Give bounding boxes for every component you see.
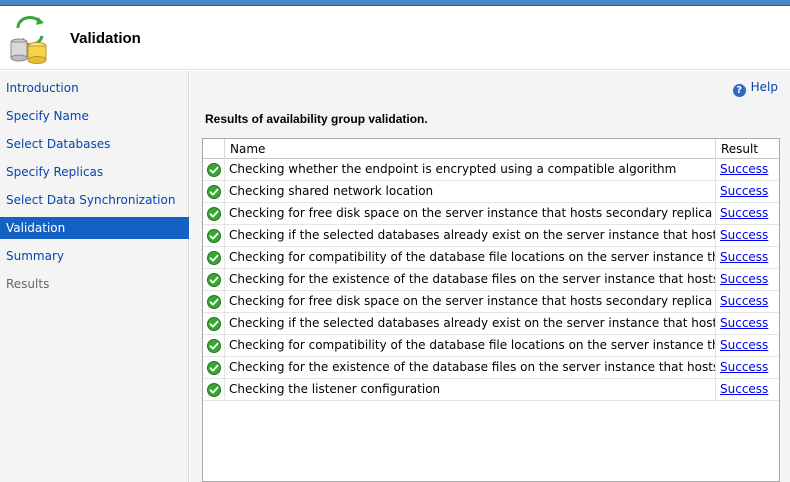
row-name-cell: Checking for free disk space on the serv… bbox=[225, 291, 716, 313]
table-row[interactable]: Checking if the selected databases alrea… bbox=[203, 313, 779, 335]
result-success-link[interactable]: Success bbox=[720, 272, 768, 286]
nav-item-specify-name[interactable]: Specify Name bbox=[0, 105, 189, 127]
table-row[interactable]: Checking for the existence of the databa… bbox=[203, 357, 779, 379]
row-name-cell: Checking shared network location bbox=[225, 181, 716, 203]
nav-item-validation[interactable]: Validation bbox=[0, 217, 189, 239]
table-row[interactable]: Checking whether the endpoint is encrypt… bbox=[203, 159, 779, 181]
row-name-cell: Checking for the existence of the databa… bbox=[225, 269, 716, 291]
row-result-cell: Success bbox=[716, 203, 779, 225]
result-success-link[interactable]: Success bbox=[720, 162, 768, 176]
success-check-icon bbox=[207, 295, 221, 309]
result-success-link[interactable]: Success bbox=[720, 316, 768, 330]
row-status-cell bbox=[203, 203, 225, 225]
row-name-cell: Checking for compatibility of the databa… bbox=[225, 247, 716, 269]
result-success-link[interactable]: Success bbox=[720, 360, 768, 374]
page-header: Validation bbox=[0, 6, 790, 70]
result-success-link[interactable]: Success bbox=[720, 228, 768, 242]
row-name-cell: Checking if the selected databases alrea… bbox=[225, 313, 716, 335]
help-icon: ? bbox=[732, 84, 746, 97]
row-name-cell: Checking whether the endpoint is encrypt… bbox=[225, 159, 716, 181]
row-result-cell: Success bbox=[716, 291, 779, 313]
table-row[interactable]: Checking for the existence of the databa… bbox=[203, 269, 779, 291]
success-check-icon bbox=[207, 207, 221, 221]
column-header-result[interactable]: Result bbox=[716, 139, 779, 159]
success-check-icon bbox=[207, 317, 221, 331]
row-status-cell bbox=[203, 181, 225, 203]
result-success-link[interactable]: Success bbox=[720, 338, 768, 352]
nav-item-specify-replicas[interactable]: Specify Replicas bbox=[0, 161, 189, 183]
table-row[interactable]: Checking for compatibility of the databa… bbox=[203, 247, 779, 269]
results-heading: Results of availability group validation… bbox=[205, 112, 428, 126]
row-status-cell bbox=[203, 335, 225, 357]
success-check-icon bbox=[207, 251, 221, 265]
success-check-icon bbox=[207, 273, 221, 287]
nav-item-summary[interactable]: Summary bbox=[0, 245, 189, 267]
row-result-cell: Success bbox=[716, 269, 779, 291]
nav-item-introduction[interactable]: Introduction bbox=[0, 77, 189, 99]
row-result-cell: Success bbox=[716, 247, 779, 269]
result-success-link[interactable]: Success bbox=[720, 206, 768, 220]
row-result-cell: Success bbox=[716, 159, 779, 181]
table-row[interactable]: Checking for compatibility of the databa… bbox=[203, 335, 779, 357]
column-header-name[interactable]: Name bbox=[225, 139, 716, 159]
row-name-cell: Checking for the existence of the databa… bbox=[225, 357, 716, 379]
row-status-cell bbox=[203, 357, 225, 379]
row-status-cell bbox=[203, 313, 225, 335]
table-row[interactable]: Checking shared network location Success bbox=[203, 181, 779, 203]
success-check-icon bbox=[207, 339, 221, 353]
result-success-link[interactable]: Success bbox=[720, 250, 768, 264]
row-status-cell bbox=[203, 379, 225, 401]
row-result-cell: Success bbox=[716, 357, 779, 379]
page-title: Validation bbox=[70, 30, 141, 47]
success-check-icon bbox=[207, 229, 221, 243]
result-success-link[interactable]: Success bbox=[720, 382, 768, 396]
row-status-cell bbox=[203, 269, 225, 291]
row-name-cell: Checking if the selected databases alrea… bbox=[225, 225, 716, 247]
table-row[interactable]: Checking for free disk space on the serv… bbox=[203, 203, 779, 225]
row-result-cell: Success bbox=[716, 313, 779, 335]
row-name-cell: Checking the listener configuration bbox=[225, 379, 716, 401]
result-success-link[interactable]: Success bbox=[720, 184, 768, 198]
row-result-cell: Success bbox=[716, 335, 779, 357]
row-status-cell bbox=[203, 247, 225, 269]
row-result-cell: Success bbox=[716, 181, 779, 203]
row-result-cell: Success bbox=[716, 379, 779, 401]
row-result-cell: Success bbox=[716, 225, 779, 247]
row-name-cell: Checking for compatibility of the databa… bbox=[225, 335, 716, 357]
success-check-icon bbox=[207, 163, 221, 177]
row-status-cell bbox=[203, 159, 225, 181]
row-status-cell bbox=[203, 291, 225, 313]
help-label: Help bbox=[750, 80, 778, 94]
database-sync-icon bbox=[10, 16, 47, 64]
success-check-icon bbox=[207, 185, 221, 199]
main-content: ? Help Results of availability group vali… bbox=[190, 71, 790, 482]
help-link[interactable]: ? Help bbox=[732, 80, 778, 97]
table-header: Name Result bbox=[203, 139, 779, 159]
nav-item-results: Results bbox=[6, 277, 50, 291]
wizard-nav: Introduction Specify Name Select Databas… bbox=[0, 71, 189, 482]
nav-item-select-databases[interactable]: Select Databases bbox=[0, 133, 189, 155]
row-name-cell: Checking for free disk space on the serv… bbox=[225, 203, 716, 225]
table-row[interactable]: Checking the listener configuration Succe… bbox=[203, 379, 779, 401]
success-check-icon bbox=[207, 361, 221, 375]
row-status-cell bbox=[203, 225, 225, 247]
success-check-icon bbox=[207, 383, 221, 397]
validation-results-table: Name Result Checking whether the endpoin… bbox=[202, 138, 780, 482]
result-success-link[interactable]: Success bbox=[720, 294, 768, 308]
table-row[interactable]: Checking for free disk space on the serv… bbox=[203, 291, 779, 313]
table-row[interactable]: Checking if the selected databases alrea… bbox=[203, 225, 779, 247]
column-header-icon bbox=[203, 139, 225, 159]
nav-item-select-data-synchronization[interactable]: Select Data Synchronization bbox=[0, 189, 189, 211]
